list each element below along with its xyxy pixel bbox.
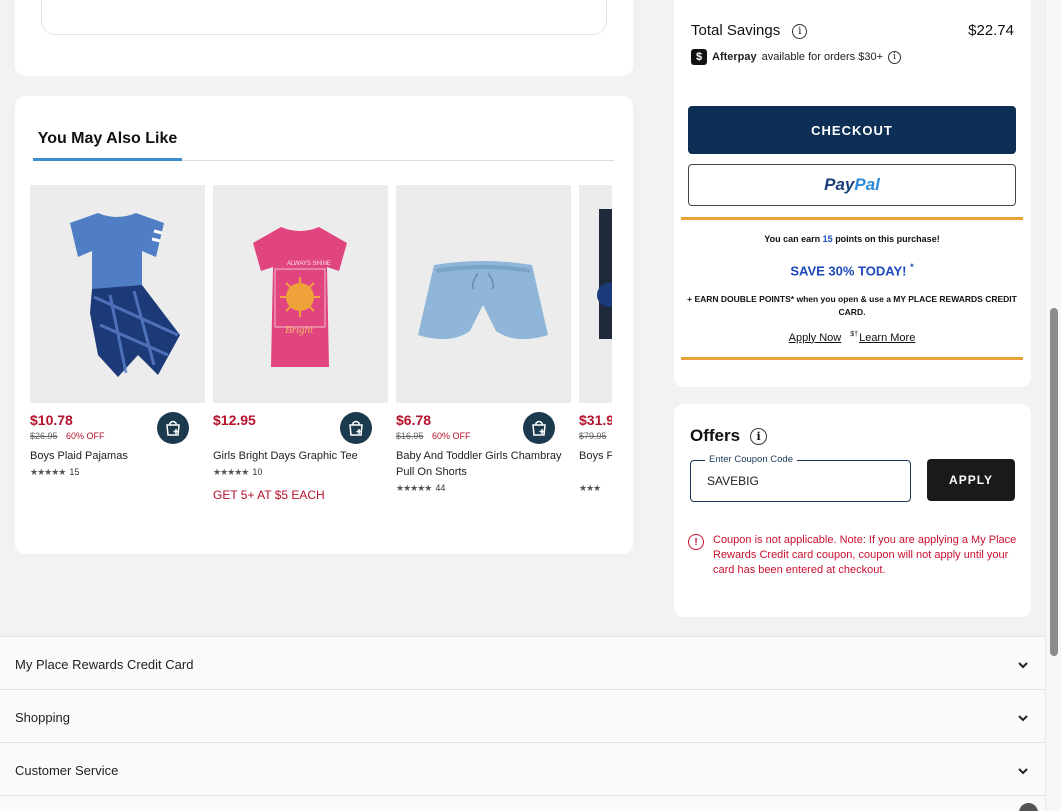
review-count: 44 bbox=[435, 483, 446, 493]
svg-text:ALWAYS SHINE: ALWAYS SHINE bbox=[287, 261, 331, 267]
learn-more-link[interactable]: Learn More bbox=[859, 332, 915, 344]
save-headline: SAVE 30% TODAY! * bbox=[681, 262, 1023, 278]
rating-stars: ★★★★★ bbox=[30, 467, 66, 477]
info-icon[interactable]: i bbox=[888, 50, 902, 64]
info-icon[interactable]: i bbox=[750, 427, 768, 445]
product-card[interactable]: $31.9 $79.95 Boys F Shorts ★★★ bbox=[579, 185, 612, 493]
error-icon: ! bbox=[688, 534, 704, 550]
product-image[interactable] bbox=[396, 185, 571, 403]
rating-stars: ★★★★★ bbox=[213, 467, 249, 477]
rating-stars: ★★★ bbox=[579, 483, 601, 493]
product-price: $12.95 bbox=[213, 412, 256, 428]
product-old-price: $16.95 bbox=[396, 431, 424, 441]
total-savings-row: Total Savings i bbox=[691, 22, 808, 39]
footer-row-label: Customer Service bbox=[15, 763, 119, 778]
learn-more-mark: $† bbox=[850, 331, 859, 338]
product-rating: ★★★★★ 15 bbox=[30, 467, 79, 478]
checkout-button[interactable]: CHECKOUT bbox=[688, 106, 1016, 154]
coupon-error-message: Coupon is not applicable. Note: If you a… bbox=[713, 534, 1017, 576]
product-name[interactable]: Baby And Toddler Girls Chambray Pull On … bbox=[396, 448, 566, 480]
order-summary-card: Total Savings i $22.74 $ Afterpay availa… bbox=[674, 0, 1031, 387]
product-price: $10.78 bbox=[30, 412, 73, 428]
afterpay-icon: $ bbox=[691, 49, 707, 65]
coupon-label: Enter Coupon Code bbox=[705, 454, 797, 465]
earn-prefix: You can earn bbox=[764, 234, 821, 244]
product-name[interactable]: Girls Bright Days Graphic Tee bbox=[213, 448, 383, 464]
rewards-promo-box: You can earn 15 points on this purchase!… bbox=[681, 217, 1023, 360]
product-discount: 60% OFF bbox=[432, 431, 471, 441]
earn-points-text: You can earn 15 points on this purchase! bbox=[681, 234, 1023, 244]
save-headline-text: SAVE 30% TODAY! bbox=[790, 263, 907, 279]
product-image[interactable] bbox=[30, 185, 205, 403]
product-rating: ★★★★★ 44 bbox=[396, 483, 445, 494]
footer-accordion-shopping[interactable]: Shopping bbox=[0, 689, 1045, 742]
earn-points-value: 15 bbox=[822, 234, 833, 244]
review-count: 10 bbox=[252, 467, 263, 477]
offers-heading: Offers i bbox=[690, 426, 768, 446]
add-to-bag-button[interactable] bbox=[157, 412, 189, 444]
product-card[interactable]: ALWAYS SHINE Bright $12.95 Girls Bright … bbox=[213, 185, 388, 502]
svg-text:Bright: Bright bbox=[285, 324, 314, 336]
total-savings-value: $22.74 bbox=[968, 22, 1014, 39]
earn-suffix: points on this purchase! bbox=[835, 234, 940, 244]
paypal-button[interactable]: Pay Pal bbox=[688, 164, 1016, 206]
page-scrollbar[interactable] bbox=[1045, 0, 1061, 811]
cart-item-inner-box bbox=[41, 0, 607, 35]
bag-plus-icon bbox=[166, 420, 180, 436]
footer-accordion-rewards[interactable]: My Place Rewards Credit Card bbox=[0, 636, 1045, 689]
footer-accordion-customer-service[interactable]: Customer Service bbox=[0, 742, 1045, 795]
bag-plus-icon bbox=[532, 420, 546, 436]
paypal-logo-pal: Pal bbox=[854, 175, 880, 194]
product-name[interactable]: Boys F Shorts bbox=[579, 448, 612, 464]
product-old-price: $26.95 bbox=[30, 431, 58, 441]
footer-accordion-next[interactable] bbox=[0, 795, 1045, 811]
product-name[interactable]: Boys Plaid Pajamas bbox=[30, 448, 200, 464]
product-card[interactable]: $6.78 $16.95 60% OFF Baby And Toddler Gi… bbox=[396, 185, 571, 493]
afterpay-text: available for orders $30+ bbox=[761, 51, 884, 63]
tab-you-may-also-like[interactable]: You May Also Like bbox=[33, 124, 182, 161]
add-to-bag-button[interactable] bbox=[340, 412, 372, 444]
product-price: $6.78 bbox=[396, 412, 432, 428]
review-count: 15 bbox=[69, 467, 80, 477]
product-price: $31.9 bbox=[579, 412, 612, 428]
recommendations-card: You May Also Like $10.78 $26.95 60% OFF … bbox=[15, 96, 633, 554]
add-to-bag-button[interactable] bbox=[523, 412, 555, 444]
product-card[interactable]: $10.78 $26.95 60% OFF Boys Plaid Pajamas… bbox=[30, 185, 205, 477]
apply-coupon-button[interactable]: APPLY bbox=[927, 459, 1015, 501]
info-icon[interactable]: i bbox=[792, 23, 808, 39]
product-image[interactable] bbox=[579, 185, 612, 403]
chevron-down-icon bbox=[1018, 715, 1028, 722]
tab-active-underline bbox=[33, 158, 182, 161]
product-carousel: $10.78 $26.95 60% OFF Boys Plaid Pajamas… bbox=[30, 185, 612, 545]
offers-card: Offers i Enter Coupon Code SAVEBIG APPLY… bbox=[674, 404, 1031, 617]
chevron-down-icon bbox=[1018, 768, 1028, 775]
rating-stars: ★★★★★ bbox=[396, 483, 432, 493]
footer-row-label: My Place Rewards Credit Card bbox=[15, 657, 194, 672]
product-discount: 60% OFF bbox=[66, 431, 105, 441]
total-savings-label: Total Savings bbox=[691, 22, 781, 39]
paypal-logo-pay: Pay bbox=[824, 175, 855, 194]
apply-now-link[interactable]: Apply Now bbox=[789, 332, 842, 344]
product-rating: ★★★★★ 10 bbox=[213, 467, 262, 478]
product-rating: ★★★ bbox=[579, 483, 601, 494]
product-image[interactable]: ALWAYS SHINE Bright bbox=[213, 185, 388, 403]
afterpay-brand: Afterpay bbox=[712, 51, 757, 63]
scrollbar-thumb[interactable] bbox=[1050, 308, 1058, 656]
save-headline-mark: * bbox=[910, 262, 914, 272]
bag-plus-icon bbox=[349, 420, 363, 436]
coupon-input[interactable]: Enter Coupon Code SAVEBIG bbox=[690, 454, 911, 502]
chevron-down-icon bbox=[1018, 662, 1028, 669]
rewards-links: Apply Now $†Learn More bbox=[681, 331, 1023, 344]
coupon-value[interactable]: SAVEBIG bbox=[707, 474, 759, 488]
offers-title: Offers bbox=[690, 426, 741, 445]
double-points-text: + EARN DOUBLE POINTS* when you open & us… bbox=[687, 294, 1017, 317]
cart-item-card bbox=[15, 0, 633, 76]
afterpay-row: $ Afterpay available for orders $30+ i bbox=[691, 49, 902, 65]
product-old-price: $79.95 bbox=[579, 431, 607, 441]
footer-row-label: Shopping bbox=[15, 710, 70, 725]
product-promo: GET 5+ AT $5 EACH bbox=[213, 488, 325, 502]
